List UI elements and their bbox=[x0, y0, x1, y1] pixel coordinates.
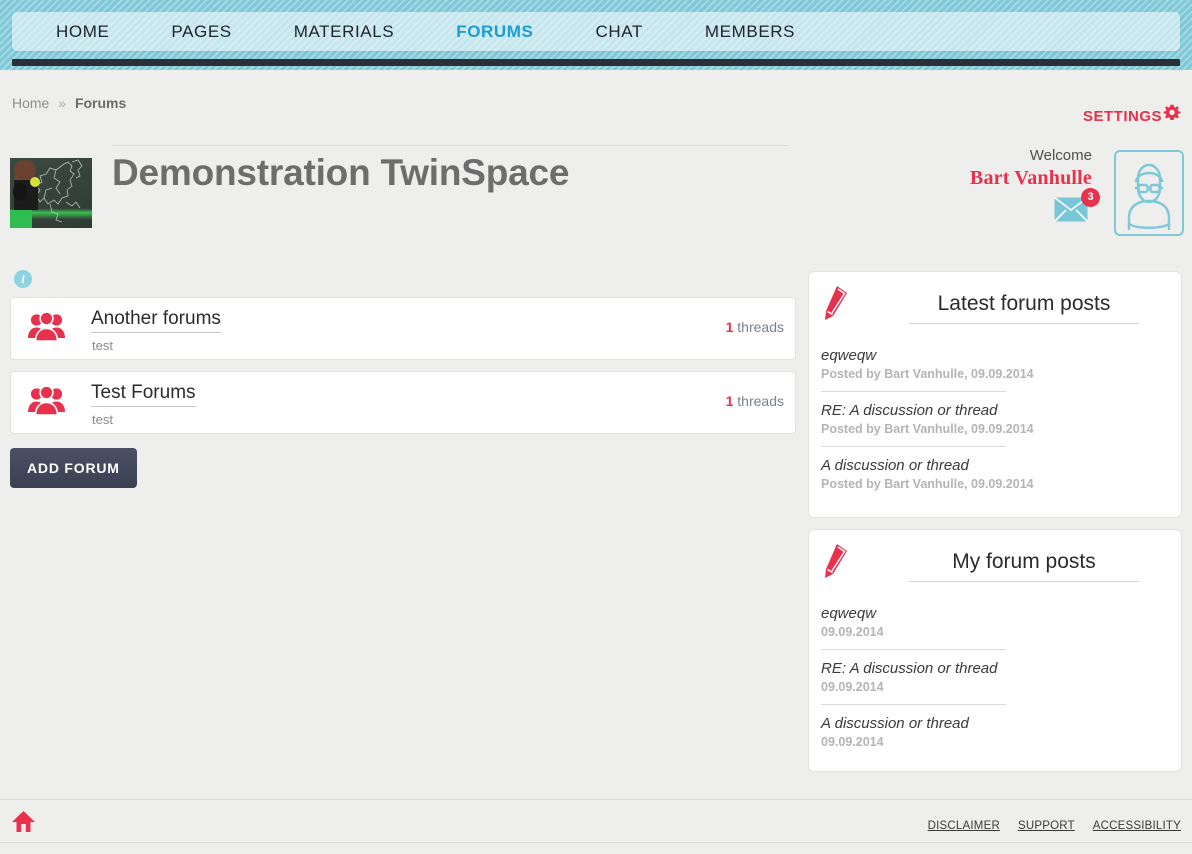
forum-name-link[interactable]: Test Forums bbox=[91, 382, 196, 407]
post-title-link[interactable]: RE: A discussion or thread bbox=[821, 401, 1006, 421]
post-item[interactable]: A discussion or thread Posted by Bart Va… bbox=[821, 456, 1034, 501]
forum-thread-number: 1 bbox=[725, 319, 734, 335]
pencil-icon bbox=[823, 544, 849, 583]
pencil-icon bbox=[823, 286, 849, 325]
forum-thread-label: threads bbox=[737, 319, 784, 335]
post-title-link[interactable]: A discussion or thread bbox=[821, 714, 1006, 734]
page-title: Demonstration TwinSpace bbox=[112, 152, 570, 193]
forum-description: test bbox=[92, 338, 113, 353]
footer-inner: DISCLAIMER SUPPORT ACCESSIBILITY bbox=[0, 800, 1192, 843]
post-list: eqweqw 09.09.2014 RE: A discussion or th… bbox=[821, 604, 1171, 768]
post-meta: 09.09.2014 bbox=[821, 680, 884, 694]
footer-link-accessibility[interactable]: ACCESSIBILITY bbox=[1093, 820, 1181, 832]
forum-description: test bbox=[92, 412, 113, 427]
post-list: eqweqw Posted by Bart Vanhulle, 09.09.20… bbox=[821, 346, 1171, 510]
group-icon bbox=[28, 311, 65, 347]
twinspace-thumbnail-image bbox=[10, 158, 92, 228]
post-item[interactable]: RE: A discussion or thread 09.09.2014 bbox=[821, 659, 1006, 705]
post-item[interactable]: eqweqw Posted by Bart Vanhulle, 09.09.20… bbox=[821, 346, 1034, 392]
post-meta: Posted by Bart Vanhulle, 09.09.2014 bbox=[821, 422, 1034, 436]
post-item[interactable]: A discussion or thread 09.09.2014 bbox=[821, 714, 1006, 759]
messages-count-badge: 3 bbox=[1081, 188, 1100, 207]
forum-name-link[interactable]: Another forums bbox=[91, 308, 221, 333]
forum-thread-count: 1 threads bbox=[726, 393, 784, 409]
panel-title: My forum posts bbox=[909, 550, 1139, 582]
forum-thread-number: 1 bbox=[725, 393, 734, 409]
settings-label: SETTINGS bbox=[1082, 108, 1162, 125]
post-item[interactable]: RE: A discussion or thread Posted by Bar… bbox=[821, 401, 1034, 447]
navigation-underline-bar bbox=[12, 59, 1180, 66]
post-meta: Posted by Bart Vanhulle, 09.09.2014 bbox=[821, 477, 1034, 491]
messages-button[interactable]: 3 bbox=[1054, 188, 1100, 224]
breadcrumb-home-link[interactable]: Home bbox=[12, 95, 49, 111]
latest-forum-posts-panel: Latest forum posts eqweqw Posted by Bart… bbox=[808, 271, 1182, 518]
welcome-block: Welcome Bart Vanhulle bbox=[872, 146, 1092, 190]
post-title-link[interactable]: RE: A discussion or thread bbox=[821, 659, 1006, 679]
forum-thread-count: 1 threads bbox=[726, 319, 784, 335]
post-title-link[interactable]: A discussion or thread bbox=[821, 456, 1006, 476]
navigation-items: HOME PAGES MATERIALS FORUMS CHAT MEMBERS bbox=[12, 12, 857, 51]
navigation-inner-bar: HOME PAGES MATERIALS FORUMS CHAT MEMBERS bbox=[12, 12, 1180, 51]
my-forum-posts-panel: My forum posts eqweqw 09.09.2014 RE: A d… bbox=[808, 529, 1182, 772]
footer-link-support[interactable]: SUPPORT bbox=[1018, 820, 1075, 832]
post-title-link[interactable]: eqweqw bbox=[821, 604, 1006, 624]
breadcrumb-separator: » bbox=[58, 95, 67, 111]
post-title-link[interactable]: eqweqw bbox=[821, 346, 1006, 366]
nav-item-members[interactable]: MEMBERS bbox=[705, 22, 795, 42]
user-name-link[interactable]: Bart Vanhulle bbox=[872, 166, 1092, 190]
top-navigation-bar: HOME PAGES MATERIALS FORUMS CHAT MEMBERS bbox=[0, 0, 1192, 70]
nav-item-materials[interactable]: MATERIALS bbox=[294, 22, 395, 42]
group-icon bbox=[28, 385, 65, 421]
settings-link[interactable]: SETTINGS bbox=[1083, 104, 1182, 129]
footer: DISCLAIMER SUPPORT ACCESSIBILITY bbox=[0, 799, 1192, 854]
post-meta: 09.09.2014 bbox=[821, 735, 884, 749]
nav-item-chat[interactable]: CHAT bbox=[596, 22, 643, 42]
post-meta: Posted by Bart Vanhulle, 09.09.2014 bbox=[821, 367, 1034, 381]
post-item[interactable]: eqweqw 09.09.2014 bbox=[821, 604, 1006, 650]
post-meta: 09.09.2014 bbox=[821, 625, 884, 639]
footer-links: DISCLAIMER SUPPORT ACCESSIBILITY bbox=[928, 820, 1181, 832]
page-title-container: Demonstration TwinSpace bbox=[112, 145, 788, 196]
forum-list: Another forums test 1 threads Test Forum… bbox=[10, 297, 796, 445]
gear-icon bbox=[1162, 104, 1182, 129]
forum-row[interactable]: Test Forums test 1 threads bbox=[10, 371, 796, 434]
nav-item-pages[interactable]: PAGES bbox=[171, 22, 231, 42]
nav-item-forums[interactable]: FORUMS bbox=[456, 22, 533, 42]
user-avatar-icon bbox=[1116, 163, 1182, 234]
panel-title: Latest forum posts bbox=[909, 292, 1139, 324]
info-icon[interactable]: i bbox=[14, 270, 32, 288]
breadcrumb: Home » Forums bbox=[12, 95, 126, 111]
welcome-label: Welcome bbox=[1029, 147, 1092, 164]
forum-thread-label: threads bbox=[737, 393, 784, 409]
footer-link-disclaimer[interactable]: DISCLAIMER bbox=[928, 820, 1000, 832]
nav-item-home[interactable]: HOME bbox=[56, 22, 109, 42]
add-forum-button[interactable]: ADD FORUM bbox=[10, 448, 137, 488]
breadcrumb-current: Forums bbox=[74, 95, 127, 111]
home-icon[interactable] bbox=[12, 811, 36, 838]
forum-row[interactable]: Another forums test 1 threads bbox=[10, 297, 796, 360]
avatar[interactable] bbox=[1114, 150, 1184, 236]
